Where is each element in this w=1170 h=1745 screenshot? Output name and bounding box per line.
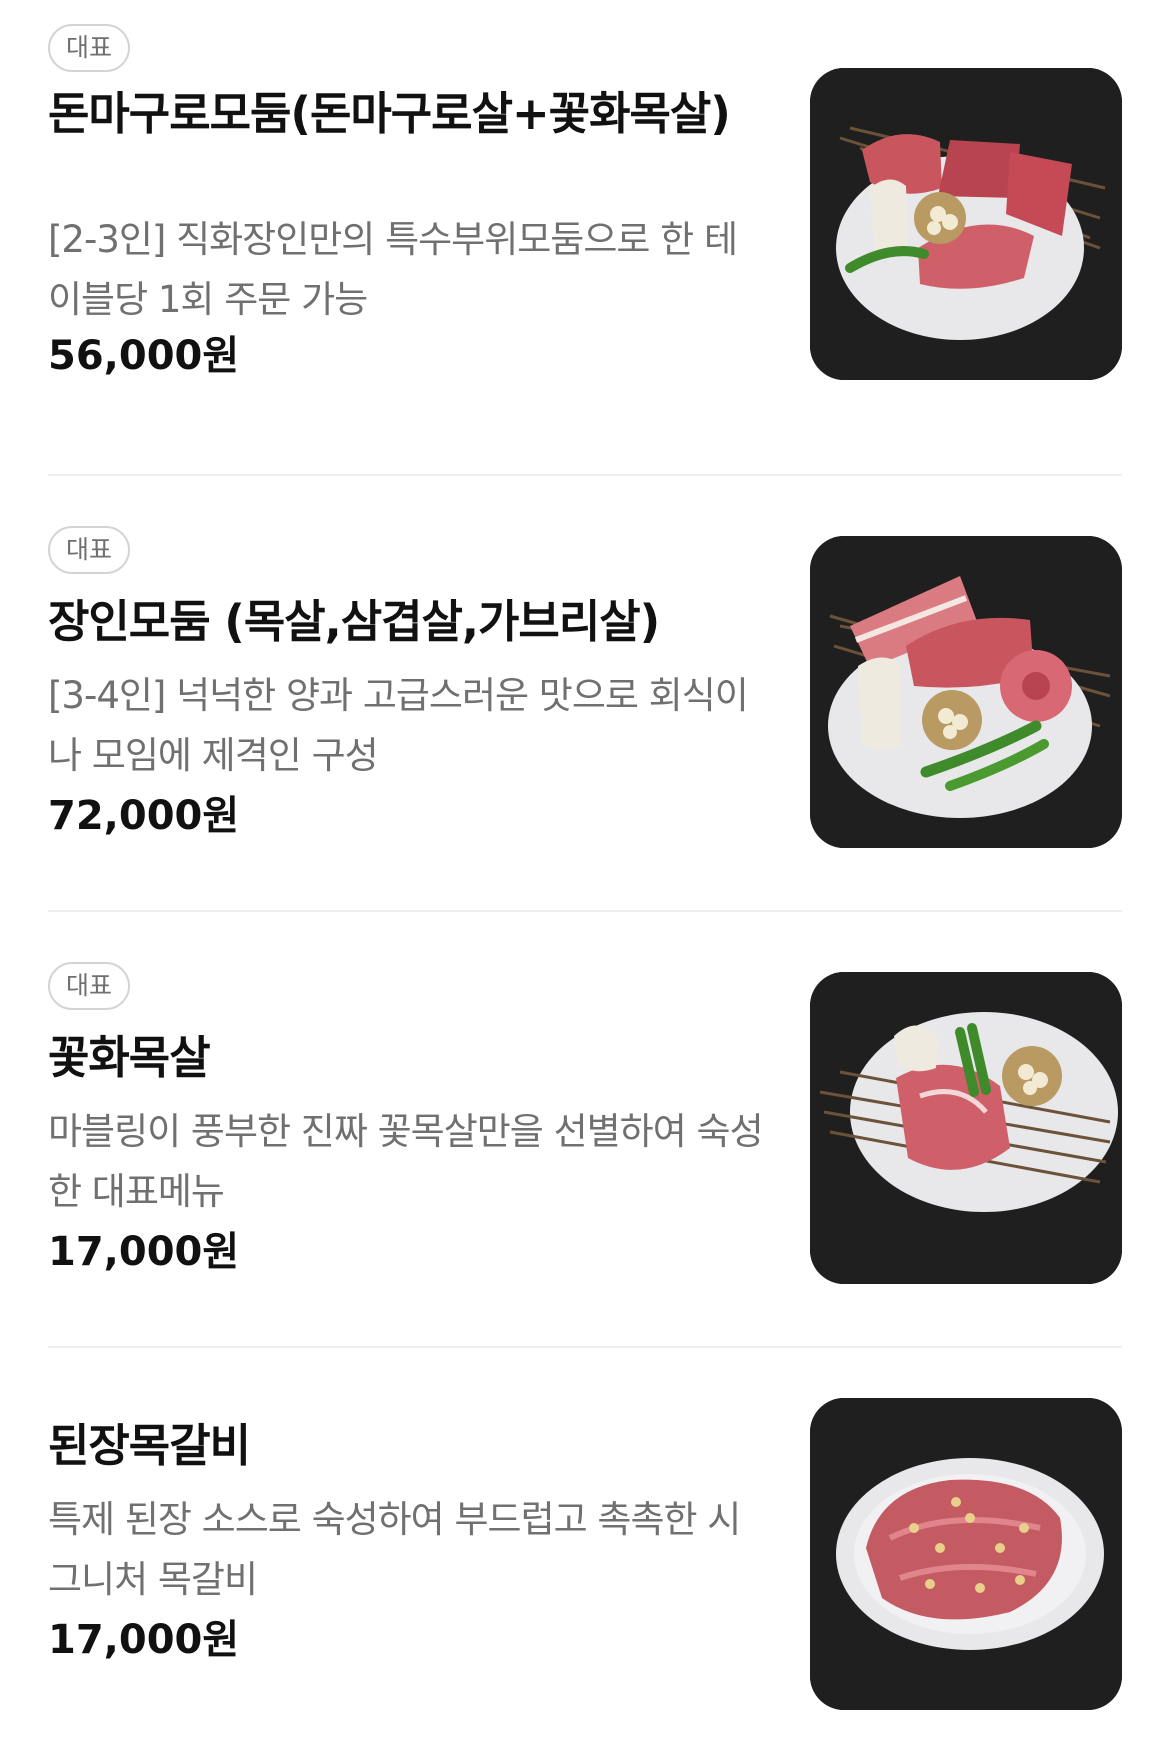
- menu-item[interactable]: 대표 돈마구로모둠(돈마구로살+꽃화목살) [2-3인] 직화장인만의 특수부위…: [48, 24, 1122, 476]
- signature-badge: 대표: [48, 962, 130, 1010]
- menu-item-price: 56,000원: [48, 333, 240, 379]
- menu-item-description: [3-4인] 넉넉한 양과 고급스러운 맛으로 회식이나 모임에 제격인 구성: [48, 674, 749, 777]
- signature-badge: 대표: [48, 526, 130, 574]
- menu-item[interactable]: 대표 꽃화목살 마블링이 풍부한 진짜 꽃목살만을 선별하여 숙성한 대표메뉴 …: [48, 912, 1122, 1348]
- menu-item-photo: [810, 1398, 1122, 1710]
- menu-item-photo: [810, 972, 1122, 1284]
- menu-item-description: [2-3인] 직화장인만의 특수부위모둠으로 한 테이블당 1회 주문 가능: [48, 218, 738, 321]
- menu-item-description: 마블링이 풍부한 진짜 꽃목살만을 선별하여 숙성한 대표메뉴: [48, 1110, 764, 1213]
- menu-item-price: 72,000원: [48, 793, 240, 839]
- menu-item-photo: [810, 536, 1122, 848]
- menu-item-price: 17,000원: [48, 1617, 240, 1663]
- menu-item[interactable]: 된장목갈비 특제 된장 소스로 숙성하여 부드럽고 촉촉한 시그니처 목갈비 1…: [48, 1348, 1122, 1745]
- menu-item-name: 장인모둠 (목살,삼겹살,가브리살): [48, 595, 660, 648]
- signature-badge: 대표: [48, 24, 130, 72]
- pork-neck-photo-icon: [810, 972, 1122, 1284]
- menu-item-description: 특제 된장 소스로 숙성하여 부드럽고 촉촉한 시그니처 목갈비: [48, 1498, 741, 1601]
- menu-item[interactable]: 대표 장인모둠 (목살,삼겹살,가브리살) [3-4인] 넉넉한 양과 고급스러…: [48, 476, 1122, 912]
- marinated-rib-photo-icon: [810, 1398, 1122, 1710]
- menu-list: 대표 돈마구로모둠(돈마구로살+꽃화목살) [2-3인] 직화장인만의 특수부위…: [0, 0, 1170, 1745]
- menu-item-price: 17,000원: [48, 1229, 240, 1275]
- menu-item-name: 된장목갈비: [48, 1419, 251, 1472]
- meat-platter-photo-icon: [810, 536, 1122, 848]
- menu-item-name: 돈마구로모둠(돈마구로살+꽃화목살): [48, 87, 731, 140]
- menu-item-name: 꽃화목살: [48, 1031, 211, 1084]
- menu-item-photo: [810, 68, 1122, 380]
- meat-platter-photo-icon: [810, 68, 1122, 380]
